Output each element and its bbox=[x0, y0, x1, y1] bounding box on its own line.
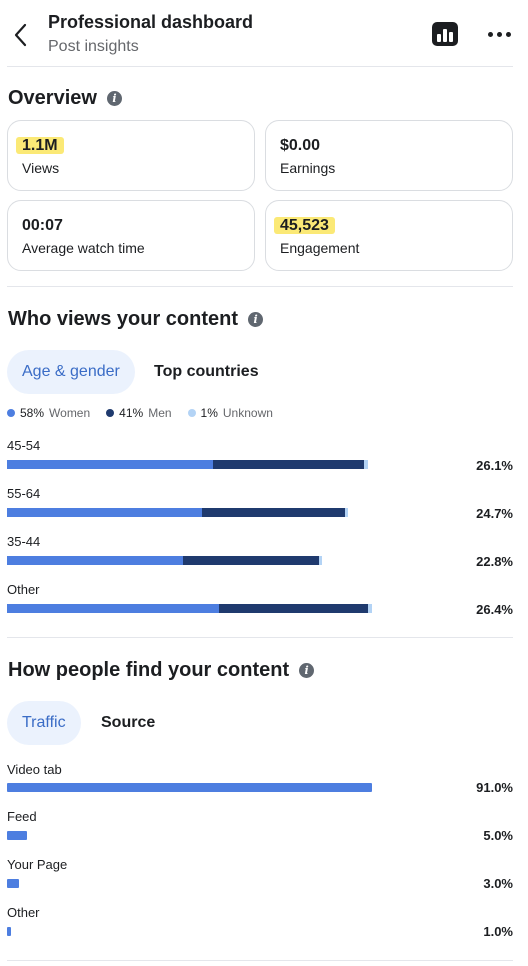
legend-dot-unknown bbox=[187, 409, 196, 417]
bar-segment-men bbox=[201, 508, 345, 517]
traffic-row-label: Video tab bbox=[7, 762, 62, 777]
traffic-row-bar bbox=[7, 927, 387, 936]
bar-segment-men bbox=[218, 604, 369, 613]
traffic-row-label: Other bbox=[7, 905, 40, 920]
engagement-number: 45,523 bbox=[274, 217, 335, 234]
post-insights-page: Professional dashboard Post insights Ove… bbox=[0, 0, 528, 966]
legend-label-men: Men bbox=[148, 406, 172, 420]
audience-section-title: Who views your content i bbox=[8, 308, 264, 331]
watch-time-label: Average watch time bbox=[22, 240, 145, 256]
gender-legend: 58% Women 41% Men 1% Unknown bbox=[7, 406, 273, 420]
age-row-value: 24.7% bbox=[476, 506, 513, 521]
info-icon[interactable]: i bbox=[248, 312, 264, 327]
age-row-bar bbox=[7, 508, 387, 517]
age-row-label: Other bbox=[7, 582, 40, 597]
back-button[interactable] bbox=[8, 20, 32, 50]
earnings-label: Earnings bbox=[280, 160, 336, 176]
discovery-section-title: How people find your content i bbox=[8, 659, 315, 682]
bar-chart-icon[interactable] bbox=[432, 22, 458, 46]
legend-item-men: 41% Men bbox=[106, 406, 172, 420]
age-row-bar bbox=[7, 604, 387, 613]
traffic-row-bar bbox=[7, 879, 387, 888]
tab-age-gender[interactable]: Age & gender bbox=[7, 350, 135, 394]
bar-segment-unknown bbox=[364, 460, 368, 469]
traffic-row-value: 3.0% bbox=[483, 876, 513, 891]
legend-item-unknown: 1% Unknown bbox=[187, 406, 273, 420]
divider bbox=[7, 960, 513, 961]
bar-segment-traffic bbox=[7, 831, 28, 840]
engagement-card[interactable]: 45,523 Engagement bbox=[265, 200, 513, 271]
traffic-row-bar bbox=[7, 831, 387, 840]
overview-title: Overview bbox=[8, 87, 97, 109]
traffic-row-label: Your Page bbox=[7, 857, 68, 872]
header-bar: Professional dashboard Post insights bbox=[0, 0, 528, 66]
divider bbox=[7, 637, 513, 638]
bar-segment-men bbox=[212, 460, 365, 469]
traffic-row-label: Feed bbox=[7, 809, 37, 824]
legend-dot-women bbox=[7, 409, 15, 417]
tab-traffic[interactable]: Traffic bbox=[7, 701, 81, 745]
views-number: 1.1M bbox=[16, 137, 64, 154]
bar-segment-unknown bbox=[344, 508, 349, 517]
engagement-label: Engagement bbox=[280, 240, 360, 256]
age-row-bar bbox=[7, 556, 387, 565]
earnings-value: $0.00 bbox=[280, 137, 321, 154]
earnings-card[interactable]: $0.00 Earnings bbox=[265, 120, 513, 191]
page-title: Professional dashboard bbox=[48, 12, 254, 32]
tab-source[interactable]: Source bbox=[101, 701, 155, 745]
info-icon[interactable]: i bbox=[106, 91, 122, 106]
legend-item-women: 58% Women bbox=[7, 406, 90, 420]
bar-segment-women bbox=[7, 556, 184, 565]
legend-pct-unknown: 1% bbox=[200, 406, 218, 420]
age-row-bar bbox=[7, 460, 387, 469]
bar-segment-traffic bbox=[7, 879, 20, 888]
legend-dot-men bbox=[106, 409, 115, 417]
bar-segment-women bbox=[7, 508, 202, 517]
overview-section-title: Overview i bbox=[8, 87, 122, 110]
chevron-left-icon bbox=[14, 23, 27, 47]
info-icon[interactable]: i bbox=[299, 663, 315, 678]
bar-segment-traffic bbox=[7, 783, 372, 792]
watch-time-card[interactable]: 00:07 Average watch time bbox=[7, 200, 255, 271]
bar-segment-women bbox=[7, 604, 219, 613]
age-row-label: 55-64 bbox=[7, 486, 41, 501]
tab-top-countries[interactable]: Top countries bbox=[154, 350, 259, 394]
legend-label-unknown: Unknown bbox=[222, 406, 273, 420]
bar-segment-men bbox=[183, 556, 319, 565]
traffic-row-bar bbox=[7, 783, 387, 792]
divider bbox=[7, 286, 513, 287]
engagement-value: 45,523 bbox=[274, 217, 335, 235]
views-value: 1.1M bbox=[16, 137, 64, 155]
age-row-value: 22.8% bbox=[476, 554, 513, 569]
legend-pct-women: 58% bbox=[20, 406, 45, 420]
age-row-label: 35-44 bbox=[7, 534, 41, 549]
page-subtitle: Post insights bbox=[48, 38, 139, 55]
bar-segment-unknown bbox=[318, 556, 323, 565]
traffic-row-value: 91.0% bbox=[476, 780, 513, 795]
bar-segment-traffic bbox=[7, 927, 11, 936]
legend-label-women: Women bbox=[49, 406, 91, 420]
watch-time-value: 00:07 bbox=[22, 217, 63, 234]
discovery-title: How people find your content bbox=[8, 659, 290, 681]
bar-segment-unknown bbox=[368, 604, 372, 613]
divider bbox=[7, 66, 513, 67]
traffic-row-value: 1.0% bbox=[483, 924, 513, 939]
more-horizontal-icon bbox=[487, 31, 493, 37]
traffic-row-value: 5.0% bbox=[483, 828, 513, 843]
age-row-value: 26.4% bbox=[476, 602, 513, 617]
views-card[interactable]: 1.1M Views bbox=[7, 120, 255, 191]
views-label: Views bbox=[22, 160, 60, 176]
age-row-label: 45-54 bbox=[7, 438, 41, 453]
age-row-value: 26.1% bbox=[476, 458, 513, 473]
more-options-button[interactable] bbox=[484, 22, 514, 46]
audience-title: Who views your content bbox=[8, 308, 239, 330]
legend-pct-men: 41% bbox=[119, 406, 144, 420]
bar-segment-women bbox=[7, 460, 213, 469]
